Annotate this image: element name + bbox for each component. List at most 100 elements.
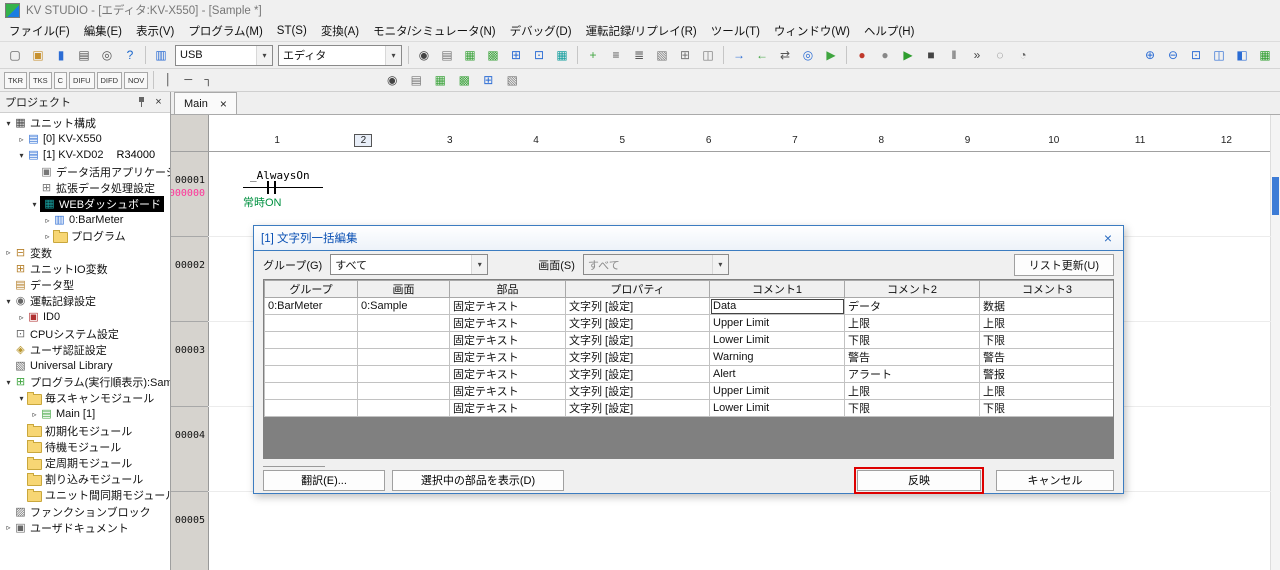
screen-capture-icon[interactable]: ▤ (405, 69, 427, 91)
table-cell[interactable]: 文字列 [設定] (566, 349, 710, 366)
instruction-shortcut-button[interactable]: DIFD (97, 72, 123, 89)
table-cell[interactable]: 固定テキスト (450, 383, 566, 400)
column-number[interactable]: 7 (787, 135, 803, 146)
scrollbar-thumb[interactable] (1272, 177, 1279, 215)
save-project-icon[interactable]: ▮ (50, 44, 72, 66)
help-icon[interactable]: ? (119, 44, 141, 66)
tree-item[interactable]: ▾毎スキャンモジュール (0, 390, 170, 406)
table-cell[interactable] (265, 332, 358, 349)
menu-item[interactable]: 変換(A) (314, 21, 366, 41)
instruction-shortcut-button[interactable]: DIFU (69, 72, 95, 89)
table-cell[interactable]: 警告 (845, 349, 980, 366)
comm-settings-icon[interactable]: ▥ (150, 44, 172, 66)
table-cell[interactable]: 固定テキスト (450, 315, 566, 332)
tree-item[interactable]: ⊡CPUシステム設定 (0, 325, 170, 341)
find-binoculars-icon[interactable]: ◉ (381, 69, 403, 91)
mnemonic-list-icon[interactable]: ≣ (628, 44, 650, 66)
rung-wire[interactable] (243, 187, 323, 188)
table-cell[interactable] (265, 315, 358, 332)
table-cell[interactable]: 固定テキスト (450, 366, 566, 383)
tree-item[interactable]: ▾▦ユニット構成 (0, 115, 170, 131)
instruction-shortcut-button[interactable]: TKS (29, 72, 52, 89)
column-number[interactable]: 1 (269, 135, 285, 146)
table-cell[interactable]: 数据 (980, 298, 1115, 315)
translate-button[interactable]: 翻訳(E)... (263, 470, 385, 491)
table-cell[interactable]: 上限 (980, 315, 1115, 332)
pause-icon[interactable]: ‖ (943, 44, 965, 66)
tree-item[interactable]: ⊞拡張データ処理設定 (0, 180, 170, 196)
tree-item[interactable]: ▾◉運転記録設定 (0, 293, 170, 309)
table-cell[interactable] (265, 400, 358, 417)
tree-item[interactable]: ▹▤Main [1] (0, 406, 170, 422)
table-column-header[interactable]: グループ (265, 281, 358, 298)
tree-expander-icon[interactable]: ▹ (3, 248, 14, 257)
tree-expander-icon[interactable]: ▾ (3, 119, 14, 128)
menu-item[interactable]: デバッグ(D) (503, 21, 579, 41)
fit-width-icon[interactable]: ◫ (1208, 44, 1230, 66)
print-icon[interactable]: ▤ (73, 44, 95, 66)
tree-item[interactable]: ユニット間同期モジュール (0, 487, 170, 503)
open-project-icon[interactable]: ▣ (27, 44, 49, 66)
instruction-shortcut-button[interactable]: NOV (124, 72, 148, 89)
record-icon[interactable]: ● (851, 44, 873, 66)
transfer-from-plc-icon[interactable]: ← (751, 44, 773, 66)
tree-item[interactable]: ◈ユーザ認証設定 (0, 342, 170, 358)
panel-close-icon[interactable]: × (152, 96, 165, 108)
tree-item[interactable]: 初期化モジュール (0, 423, 170, 439)
tree-expander-icon[interactable]: ▾ (3, 378, 14, 387)
tree-expander-icon[interactable]: ▾ (3, 297, 14, 306)
transfer-to-plc-icon[interactable]: → (728, 44, 750, 66)
menu-item[interactable]: ヘルプ(H) (857, 21, 921, 41)
table-cell[interactable]: 下限 (980, 400, 1115, 417)
reset-icon[interactable]: ◌ (989, 44, 1011, 66)
tree-item[interactable]: ▹▣ユーザドキュメント (0, 520, 170, 536)
tree-expander-icon[interactable]: ▹ (3, 523, 14, 532)
screen-filter-combo[interactable]: すべて ▾ (583, 254, 729, 275)
table-cell[interactable]: 文字列 [設定] (566, 400, 710, 417)
table-cell[interactable]: 上限 (980, 383, 1115, 400)
column-number[interactable]: 3 (442, 135, 458, 146)
rung-number[interactable]: 00003 (175, 345, 205, 357)
tree-expander-icon[interactable]: ▹ (42, 232, 53, 241)
table-cell[interactable]: Warning (710, 349, 845, 366)
io-monitor-icon[interactable]: ⊡ (528, 44, 550, 66)
rung-number[interactable]: 00001 (175, 175, 205, 187)
script-edit-icon[interactable]: ▧ (651, 44, 673, 66)
cancel-button[interactable]: キャンセル (996, 470, 1114, 491)
column-number[interactable]: 8 (873, 135, 889, 146)
tree-item[interactable]: ⊞ユニットIO変数 (0, 261, 170, 277)
table-cell[interactable]: 警报 (980, 366, 1115, 383)
editor-mode-combo[interactable]: エディタ▾ (278, 45, 402, 66)
table-cell[interactable]: 文字列 [設定] (566, 315, 710, 332)
table-cell[interactable] (358, 315, 450, 332)
dashboard-icon[interactable]: ▦ (551, 44, 573, 66)
zoom-in-icon[interactable]: ⊕ (1139, 44, 1161, 66)
stop-icon[interactable]: ■ (920, 44, 942, 66)
zoom-out-icon[interactable]: ⊖ (1162, 44, 1184, 66)
column-number[interactable]: 2 (355, 135, 371, 146)
tree-item[interactable]: ▹▥0:BarMeter (0, 212, 170, 228)
table-cell[interactable] (358, 349, 450, 366)
grid-view-icon[interactable]: ▦ (1254, 44, 1276, 66)
column-number[interactable]: 12 (1218, 135, 1234, 146)
table-column-header[interactable]: 部品 (450, 281, 566, 298)
column-number[interactable]: 10 (1046, 135, 1062, 146)
tree-item[interactable]: ▹▣ID0 (0, 309, 170, 325)
tree-expander-icon[interactable]: ▹ (29, 410, 40, 419)
tree-expander-icon[interactable]: ▾ (16, 394, 27, 403)
column-number[interactable]: 5 (614, 135, 630, 146)
instruction-shortcut-button[interactable]: C (54, 72, 67, 89)
dialog-title-bar[interactable]: [1] 文字列一括編集 × (254, 226, 1123, 251)
tree-item[interactable]: 割り込みモジュール (0, 471, 170, 487)
table-cell[interactable]: Upper Limit (710, 383, 845, 400)
simulator-icon[interactable]: ▶ (820, 44, 842, 66)
device-comment-icon[interactable]: ▦ (459, 44, 481, 66)
label-edit-icon[interactable]: ▩ (482, 44, 504, 66)
table-cell[interactable]: Lower Limit (710, 400, 845, 417)
table-column-header[interactable]: 画面 (358, 281, 450, 298)
column-number[interactable]: 11 (1132, 135, 1148, 146)
pin-icon[interactable] (136, 96, 147, 108)
tree-item[interactable]: ▧Universal Library (0, 358, 170, 374)
timer-icon[interactable]: ◔ (1012, 44, 1034, 66)
menu-item[interactable]: ST(S) (270, 23, 314, 39)
